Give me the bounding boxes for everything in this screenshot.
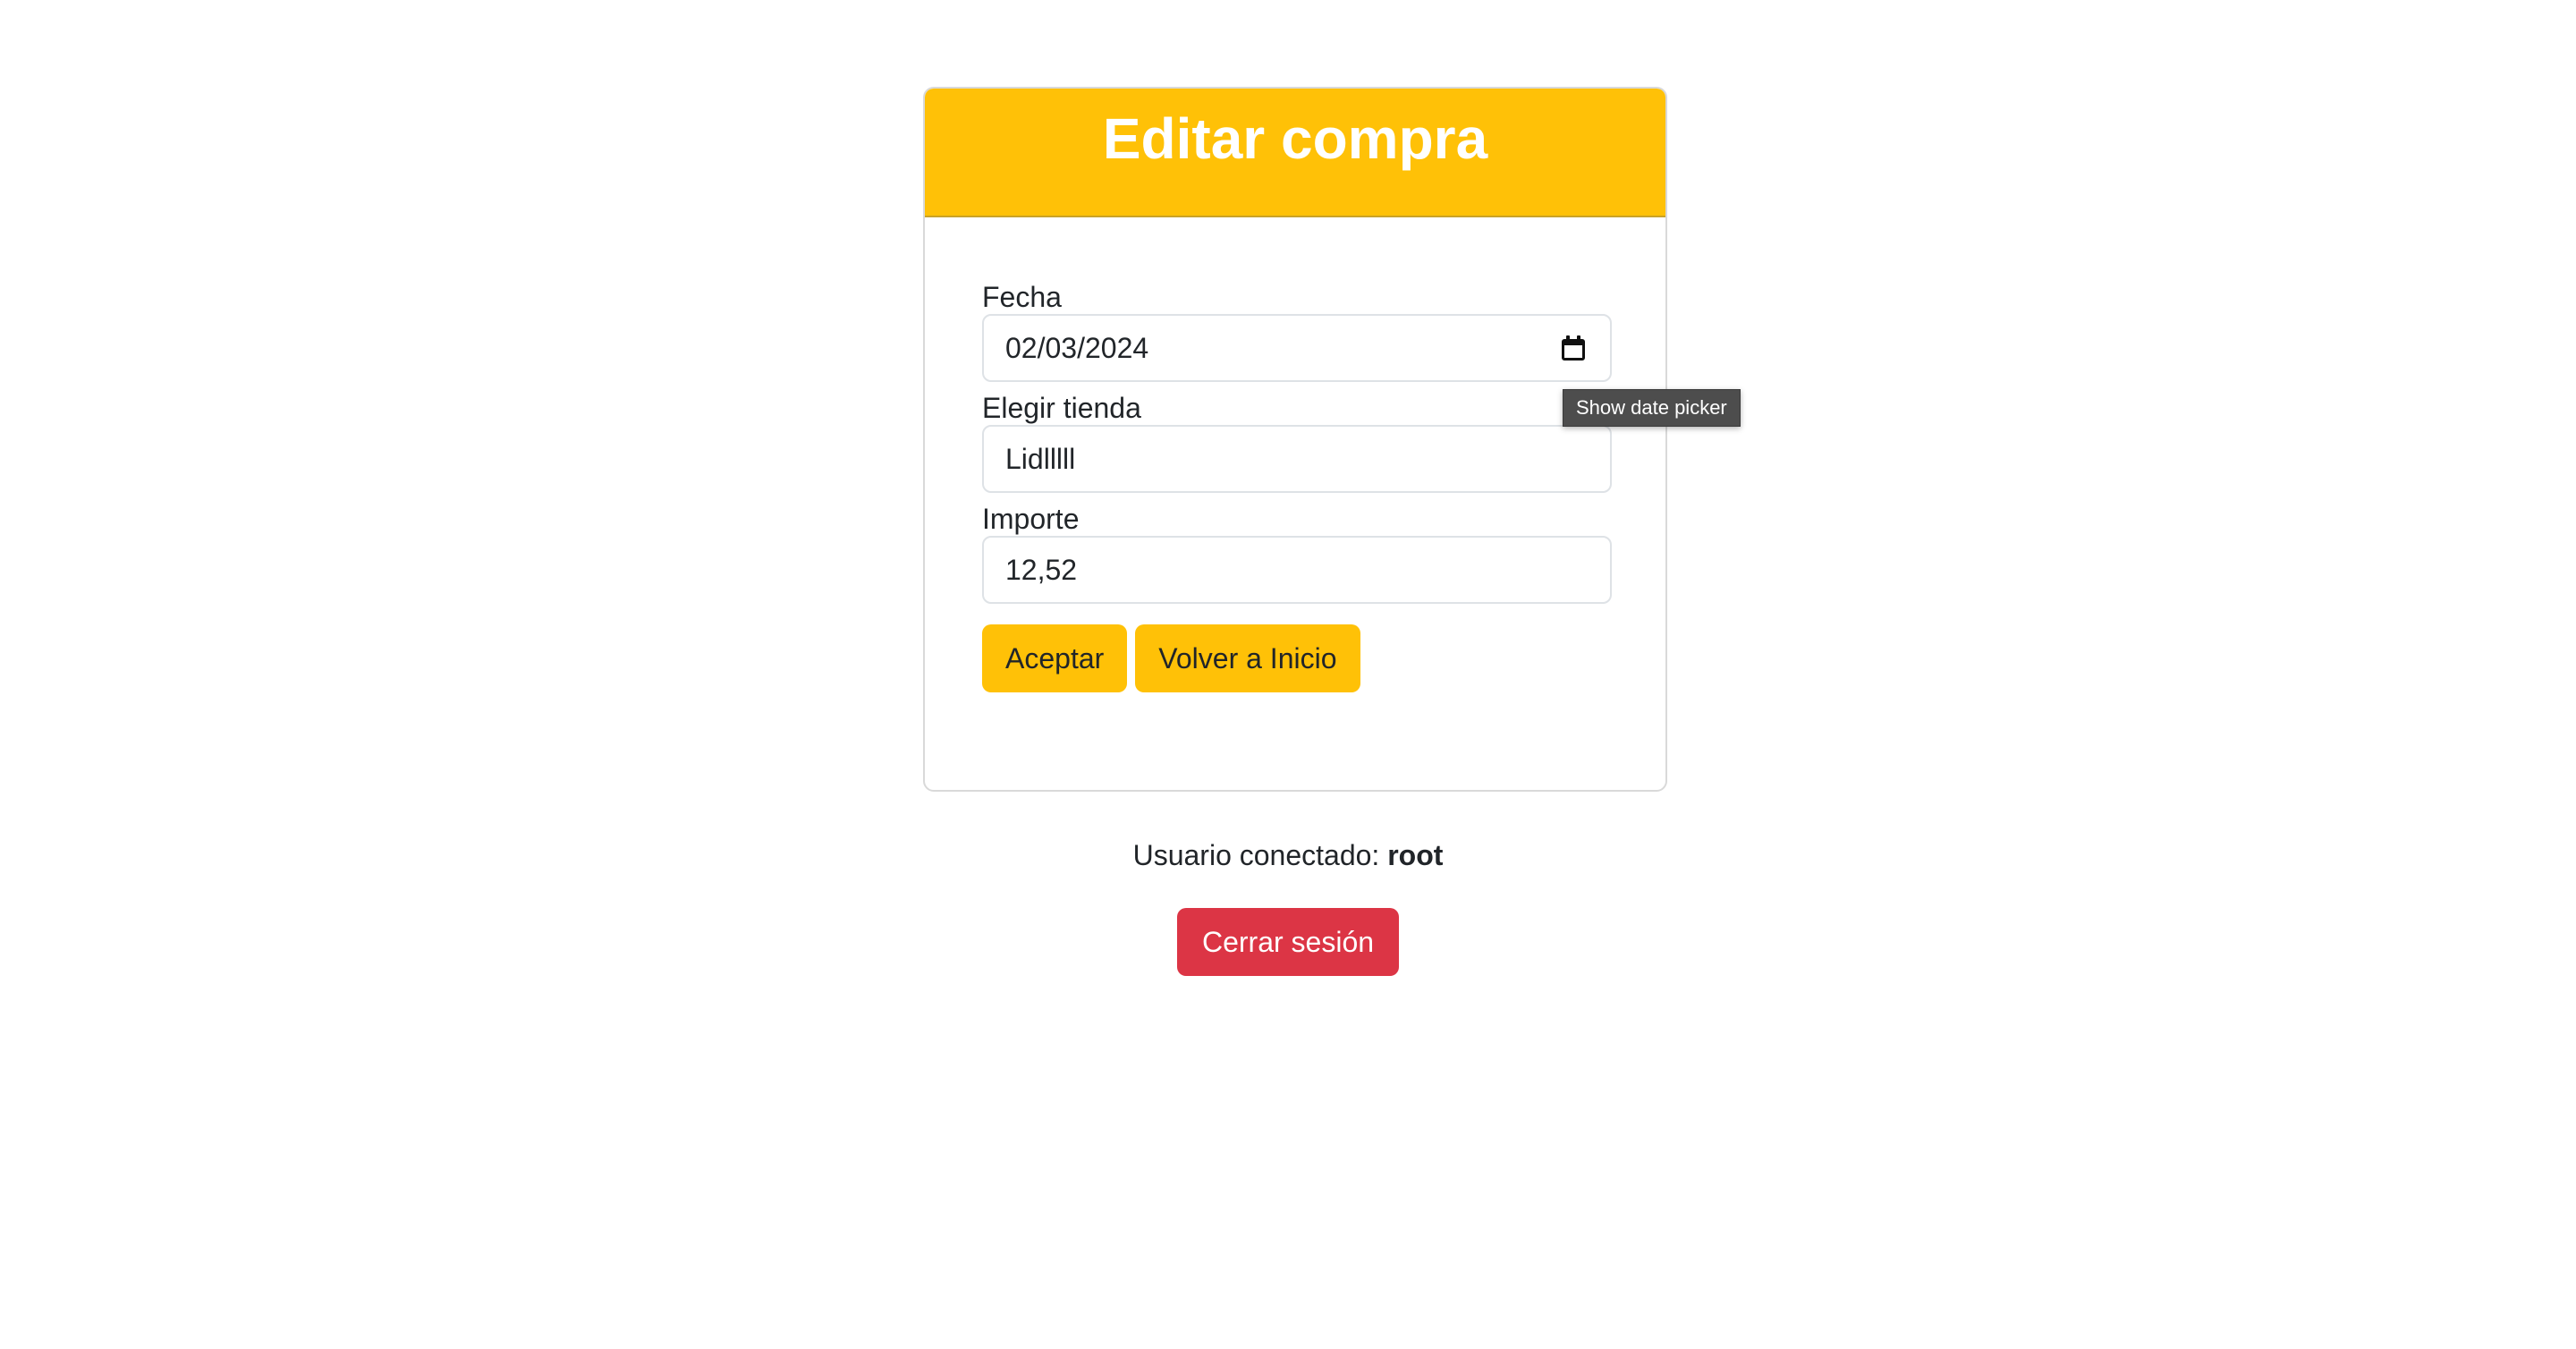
accept-button[interactable]: Aceptar [982, 624, 1128, 692]
fecha-value: 02/03/2024 [1005, 331, 1149, 364]
date-picker-tooltip: Show date picker [1563, 389, 1741, 427]
tienda-value: Lidlllll [1005, 442, 1076, 475]
connected-user-name: root [1387, 839, 1444, 871]
fecha-label: Fecha [982, 281, 1062, 313]
importe-input[interactable]: 12,52 [982, 536, 1612, 604]
connected-user: Usuario conectado: root [0, 837, 2576, 873]
logout-area: Cerrar sesión [0, 908, 2576, 976]
back-home-button[interactable]: Volver a Inicio [1135, 624, 1360, 692]
fecha-date-input[interactable]: 02/03/2024 [982, 314, 1612, 382]
calendar-icon[interactable] [1562, 335, 1585, 361]
edit-purchase-form: Fecha 02/03/2024 Elegir tienda Lidlllll … [982, 280, 1612, 692]
tienda-input[interactable]: Lidlllll [982, 425, 1612, 493]
form-actions: Aceptar Volver a Inicio [982, 624, 1612, 692]
importe-value: 12,52 [1005, 553, 1078, 586]
edit-purchase-card: Editar compra Fecha 02/03/2024 Elegir ti… [923, 87, 1667, 792]
card-header: Editar compra [925, 89, 1665, 217]
tienda-label: Elegir tienda [982, 392, 1141, 424]
page-title: Editar compra [1102, 106, 1488, 171]
importe-label: Importe [982, 503, 1080, 535]
logout-button[interactable]: Cerrar sesión [1177, 908, 1399, 976]
connected-user-label: Usuario conectado: [1132, 839, 1388, 871]
